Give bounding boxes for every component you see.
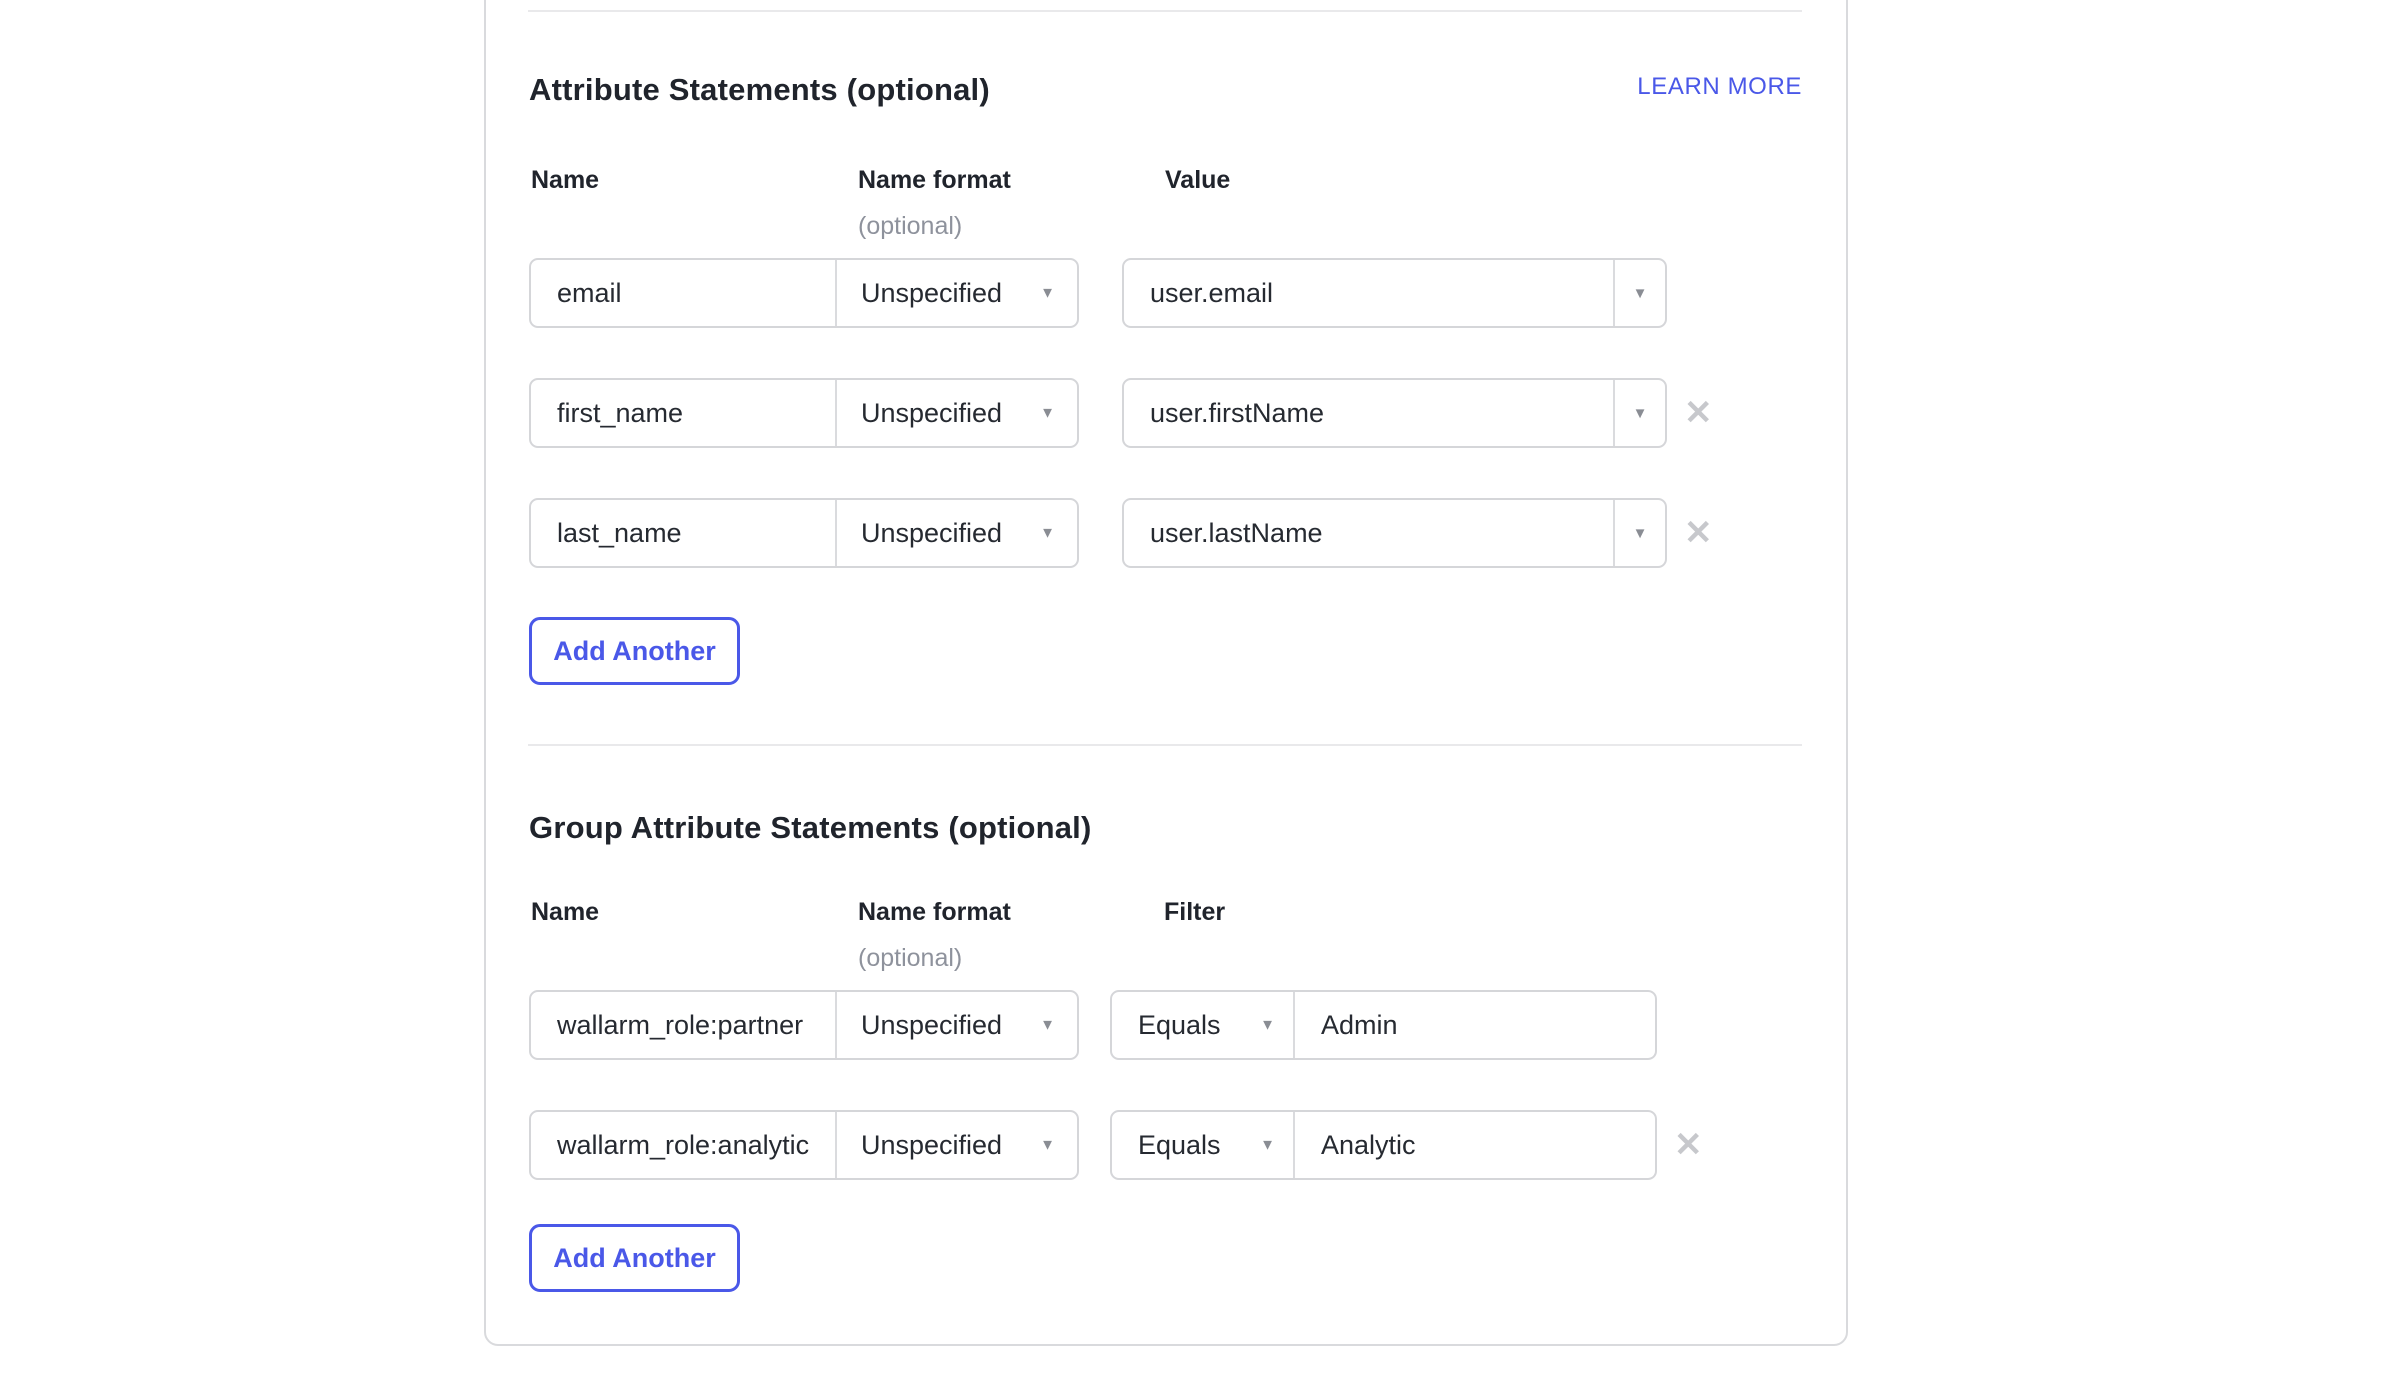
group-name-format-text: Unspecified — [861, 1130, 1002, 1161]
group-column-header-filter: Filter — [1164, 898, 1225, 927]
remove-row-button[interactable]: ✕ — [1684, 498, 1713, 568]
attribute-value-input[interactable]: user.email — [1124, 260, 1613, 326]
remove-row-button[interactable]: ✕ — [1674, 1110, 1703, 1180]
attr-column-header-name-format: Name format — [858, 166, 1011, 195]
attribute-name-format-select[interactable]: Unspecified ▼ — [837, 500, 1077, 566]
attribute-value-text: user.email — [1150, 278, 1273, 309]
group-filter-type-select[interactable]: Equals ▼ — [1112, 1112, 1293, 1178]
attribute-name-group: last_name Unspecified ▼ — [529, 498, 1079, 568]
learn-more-link[interactable]: LEARN MORE — [1637, 73, 1802, 101]
chevron-down-icon: ▼ — [1040, 406, 1055, 421]
group-name-group: wallarm_role:partner Unspecified ▼ — [529, 990, 1079, 1060]
attribute-row: last_name Unspecified ▼ user.lastName ▼ … — [529, 498, 1789, 568]
attribute-name-group: email Unspecified ▼ — [529, 258, 1079, 328]
group-name-text: wallarm_role:analytic — [557, 1130, 809, 1161]
add-another-group-attribute-button[interactable]: Add Another — [529, 1224, 740, 1292]
section-divider-middle — [528, 744, 1802, 746]
attribute-value-text: user.lastName — [1150, 518, 1323, 549]
attribute-name-format-text: Unspecified — [861, 278, 1002, 309]
add-another-attribute-button[interactable]: Add Another — [529, 617, 740, 685]
attribute-value-select[interactable]: user.firstName ▼ — [1122, 378, 1667, 448]
group-filter-type-select[interactable]: Equals ▼ — [1112, 992, 1293, 1058]
chevron-down-icon: ▼ — [1040, 1018, 1055, 1033]
group-attribute-row: wallarm_role:analytic Unspecified ▼ Equa… — [529, 1110, 1789, 1180]
attribute-value-dropdown-toggle[interactable]: ▼ — [1615, 260, 1665, 326]
attribute-name-text: last_name — [557, 518, 682, 549]
chevron-down-icon: ▼ — [1633, 526, 1648, 541]
group-name-input[interactable]: wallarm_role:partner — [531, 992, 835, 1058]
attribute-name-format-text: Unspecified — [861, 518, 1002, 549]
attr-column-header-value: Value — [1165, 166, 1230, 195]
group-filter-type-text: Equals — [1138, 1010, 1221, 1041]
group-name-group: wallarm_role:analytic Unspecified ▼ — [529, 1110, 1079, 1180]
section-divider-top — [528, 10, 1802, 12]
chevron-down-icon: ▼ — [1040, 526, 1055, 541]
attribute-value-input[interactable]: user.firstName — [1124, 380, 1613, 446]
group-filter-group: Equals ▼ Admin — [1110, 990, 1657, 1060]
group-filter-value-input[interactable]: Admin — [1295, 992, 1655, 1058]
group-attribute-statements-title: Group Attribute Statements (optional) — [529, 810, 1092, 846]
attribute-name-input[interactable]: last_name — [531, 500, 835, 566]
group-filter-value-text: Admin — [1321, 1010, 1398, 1041]
chevron-down-icon: ▼ — [1633, 406, 1648, 421]
chevron-down-icon: ▼ — [1260, 1138, 1275, 1153]
group-attribute-row: wallarm_role:partner Unspecified ▼ Equal… — [529, 990, 1789, 1060]
attribute-value-select[interactable]: user.lastName ▼ — [1122, 498, 1667, 568]
attribute-row: email Unspecified ▼ user.email ▼ — [529, 258, 1789, 328]
group-filter-type-text: Equals — [1138, 1130, 1221, 1161]
chevron-down-icon: ▼ — [1633, 286, 1648, 301]
chevron-down-icon: ▼ — [1040, 1138, 1055, 1153]
group-name-format-text: Unspecified — [861, 1010, 1002, 1041]
attribute-row: first_name Unspecified ▼ user.firstName … — [529, 378, 1789, 448]
attribute-name-input[interactable]: first_name — [531, 380, 835, 446]
attribute-name-format-select[interactable]: Unspecified ▼ — [837, 380, 1077, 446]
group-filter-group: Equals ▼ Analytic — [1110, 1110, 1657, 1180]
attr-column-note-optional: (optional) — [858, 212, 962, 241]
group-name-format-select[interactable]: Unspecified ▼ — [837, 1112, 1077, 1178]
group-column-note-optional: (optional) — [858, 944, 962, 973]
group-name-input[interactable]: wallarm_role:analytic — [531, 1112, 835, 1178]
remove-row-button[interactable]: ✕ — [1684, 378, 1713, 448]
attribute-value-input[interactable]: user.lastName — [1124, 500, 1613, 566]
attribute-name-format-select[interactable]: Unspecified ▼ — [837, 260, 1077, 326]
group-filter-value-input[interactable]: Analytic — [1295, 1112, 1655, 1178]
attr-column-header-name: Name — [531, 166, 599, 195]
group-column-header-name: Name — [531, 898, 599, 927]
group-column-header-name-format: Name format — [858, 898, 1011, 927]
group-name-text: wallarm_role:partner — [557, 1010, 803, 1041]
saml-settings-page: Attribute Statements (optional) LEARN MO… — [0, 0, 2403, 1399]
attribute-value-text: user.firstName — [1150, 398, 1324, 429]
attribute-value-dropdown-toggle[interactable]: ▼ — [1615, 500, 1665, 566]
attribute-value-select[interactable]: user.email ▼ — [1122, 258, 1667, 328]
attribute-name-text: first_name — [557, 398, 683, 429]
attribute-name-format-text: Unspecified — [861, 398, 1002, 429]
attribute-name-input[interactable]: email — [531, 260, 835, 326]
attribute-statements-title: Attribute Statements (optional) — [529, 72, 990, 108]
group-filter-value-text: Analytic — [1321, 1130, 1416, 1161]
attribute-name-group: first_name Unspecified ▼ — [529, 378, 1079, 448]
attribute-name-text: email — [557, 278, 622, 309]
attribute-value-dropdown-toggle[interactable]: ▼ — [1615, 380, 1665, 446]
chevron-down-icon: ▼ — [1040, 286, 1055, 301]
chevron-down-icon: ▼ — [1260, 1018, 1275, 1033]
group-name-format-select[interactable]: Unspecified ▼ — [837, 992, 1077, 1058]
